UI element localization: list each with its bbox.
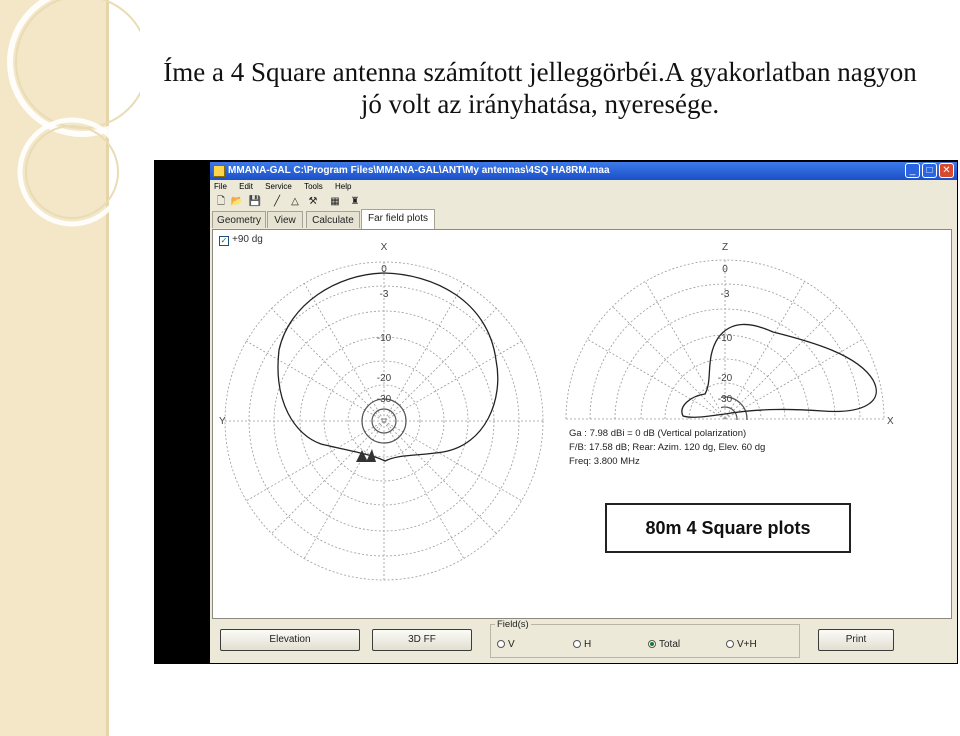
azimuth-ring-0: 0 bbox=[381, 264, 387, 275]
minimize-button[interactable]: _ bbox=[905, 163, 920, 178]
radio-h[interactable]: H bbox=[573, 639, 591, 650]
tab-view[interactable]: View bbox=[267, 211, 303, 228]
open-folder-icon[interactable]: 📂 bbox=[230, 195, 244, 209]
elevation-button[interactable]: Elevation bbox=[220, 629, 360, 651]
caption-box: 80m 4 Square plots bbox=[605, 503, 851, 553]
bottom-bar: Elevation 3D FF Field(s) V H Total V+H P… bbox=[210, 619, 957, 663]
elevation-ring-3: -3 bbox=[721, 289, 730, 300]
tab-geometry[interactable]: Geometry bbox=[212, 211, 266, 228]
tools-icon[interactable]: ⚒ bbox=[306, 195, 320, 209]
window-title: MMANA-GAL C:\Program Files\MMANA-GAL\ANT… bbox=[228, 165, 610, 176]
azimuth-plot: X 0 -3 -10 -20 -30 Y bbox=[219, 242, 544, 581]
maximize-button[interactable]: □ bbox=[922, 163, 937, 178]
slide-decor-rings bbox=[7, 0, 140, 227]
radio-v[interactable]: V bbox=[497, 639, 515, 650]
azimuth-axis-top: X bbox=[381, 242, 388, 253]
radio-v-plus-h-label: V+H bbox=[737, 639, 757, 650]
menu-service[interactable]: Service bbox=[265, 182, 292, 191]
polar-plots: X 0 -3 -10 -20 -30 Y Z 0 -3 -10 -20 -30 … bbox=[219, 242, 894, 581]
elevation-plot: Z 0 -3 -10 -20 -30 X bbox=[565, 242, 894, 427]
radio-total-label: Total bbox=[659, 639, 681, 650]
print-button[interactable]: Print bbox=[818, 629, 894, 651]
menu-bar: File Edit Service Tools Help bbox=[210, 180, 957, 193]
fields-legend: Field(s) bbox=[495, 619, 531, 630]
tab-bar: Geometry View Calculate Far field plots bbox=[212, 209, 952, 229]
elevation-axis-side: X bbox=[887, 416, 894, 427]
slide-title-line2: jó volt az irányhatása, nyeresége. bbox=[360, 89, 720, 119]
optimizer-icon[interactable]: ♜ bbox=[348, 195, 362, 209]
azimuth-ring-20: -20 bbox=[377, 373, 392, 384]
3d-ff-button[interactable]: 3D FF bbox=[372, 629, 472, 651]
radio-h-label: H bbox=[584, 639, 592, 650]
tab-far-field-plots[interactable]: Far field plots bbox=[361, 209, 435, 229]
elevation-ring-20: -20 bbox=[718, 373, 733, 384]
radio-v-label: V bbox=[508, 639, 515, 650]
elevation-ring-0: 0 bbox=[722, 264, 728, 275]
menu-tools[interactable]: Tools bbox=[304, 182, 323, 191]
menu-edit[interactable]: Edit bbox=[239, 182, 253, 191]
azimuth-ring-3: -3 bbox=[380, 289, 389, 300]
toolbar: 🗋 📂 💾 ╱ △ ⚒ ▦ ♜ bbox=[210, 193, 957, 211]
radio-v-plus-h[interactable]: V+H bbox=[726, 639, 757, 650]
calculator-icon[interactable]: ▦ bbox=[328, 195, 342, 209]
elevation-ring-10: -10 bbox=[718, 333, 733, 344]
fields-group: Field(s) V H Total V+H bbox=[490, 619, 800, 658]
radio-v-plus-h-dot bbox=[726, 640, 734, 648]
slide-title-line1: Íme a 4 Square antenna számított jellegg… bbox=[163, 57, 917, 87]
azimuth-axis-side: Y bbox=[219, 416, 226, 427]
pencil-icon[interactable]: ╱ bbox=[270, 195, 284, 209]
azimuth-ring-30: -30 bbox=[377, 394, 392, 405]
azimuth-ring-10: -10 bbox=[377, 333, 392, 344]
mmana-window: MMANA-GAL C:\Program Files\MMANA-GAL\ANT… bbox=[210, 162, 957, 663]
radio-h-dot bbox=[573, 640, 581, 648]
new-file-icon[interactable]: 🗋 bbox=[214, 195, 228, 209]
radio-total-dot bbox=[648, 640, 656, 648]
far-field-panel: ✓ +90 dg X 0 -3 -10 -20 -30 Y Z 0 -3 -10… bbox=[212, 229, 952, 619]
menu-help[interactable]: Help bbox=[335, 182, 351, 191]
app-icon bbox=[213, 165, 225, 177]
gain-info: Ga : 7.98 dBi = 0 dB (Vertical polarizat… bbox=[569, 428, 747, 439]
elevation-axis-top: Z bbox=[722, 242, 728, 253]
close-button[interactable]: ✕ bbox=[939, 163, 954, 178]
radio-v-dot bbox=[497, 640, 505, 648]
triangle-icon[interactable]: △ bbox=[288, 195, 302, 209]
save-icon[interactable]: 💾 bbox=[248, 195, 262, 209]
menu-file[interactable]: File bbox=[214, 182, 227, 191]
elevation-ring-30: -30 bbox=[718, 394, 733, 405]
window-titlebar[interactable]: MMANA-GAL C:\Program Files\MMANA-GAL\ANT… bbox=[210, 162, 957, 180]
radio-total[interactable]: Total bbox=[648, 639, 680, 650]
fb-info: F/B: 17.58 dB; Rear: Azim. 120 dg, Elev.… bbox=[569, 442, 766, 453]
freq-info: Freq: 3.800 MHz bbox=[569, 456, 640, 467]
slide-title: Íme a 4 Square antenna számított jellegg… bbox=[120, 56, 960, 120]
tab-calculate[interactable]: Calculate bbox=[306, 211, 360, 228]
screenshot-frame: MMANA-GAL C:\Program Files\MMANA-GAL\ANT… bbox=[154, 160, 958, 664]
